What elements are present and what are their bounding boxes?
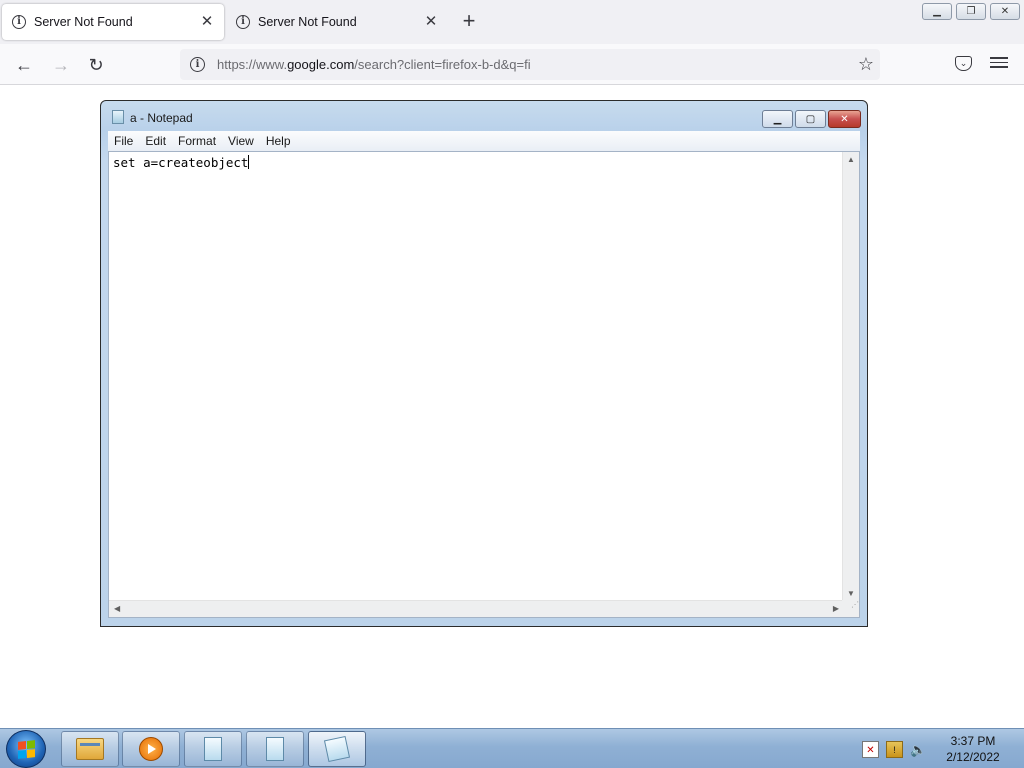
info-icon: i <box>12 15 26 29</box>
taskbar-notepad-button-2[interactable] <box>246 731 304 767</box>
menu-edit[interactable]: Edit <box>139 134 172 148</box>
notepad-icon <box>266 737 284 761</box>
menu-file[interactable]: File <box>108 134 139 148</box>
size-grip-icon[interactable]: ⋰ <box>842 600 859 617</box>
scroll-down-arrow-icon[interactable]: ▼ <box>847 589 855 598</box>
notepad-maximize-button[interactable]: ▢ <box>795 110 826 128</box>
notepad-content[interactable]: set a=createobject <box>113 155 250 170</box>
notepad-title: a - Notepad <box>130 111 193 125</box>
taskbar-notepad-button-3[interactable] <box>308 731 366 767</box>
close-tab-icon[interactable]: ✕ <box>198 13 216 31</box>
site-info-icon[interactable]: i <box>190 57 205 72</box>
window-caption-buttons: ▁ ❐ ✕ <box>922 3 1020 20</box>
forward-arrow-icon[interactable]: → <box>47 52 75 78</box>
menu-help[interactable]: Help <box>260 134 297 148</box>
clock-time: 3:37 PM <box>950 734 996 748</box>
taskbar: ✕ ! 🔈 3:37 PM 2/12/2022 <box>0 728 1024 768</box>
scroll-left-arrow-icon[interactable]: ◀ <box>114 604 120 613</box>
hamburger-menu-icon[interactable] <box>990 54 1008 72</box>
horizontal-scrollbar[interactable]: ◀ ▶ <box>109 600 844 617</box>
windows-logo-icon <box>18 740 35 759</box>
text-caret <box>248 155 250 169</box>
taskbar-notepad-button-1[interactable] <box>184 731 242 767</box>
notepad-icon <box>204 737 222 761</box>
menu-view[interactable]: View <box>222 134 260 148</box>
folder-icon <box>76 738 104 760</box>
new-tab-plus-icon[interactable]: + <box>458 10 480 33</box>
taskbar-media-player-button[interactable] <box>122 731 180 767</box>
notepad-title-bar[interactable]: a - Notepad ▁ ▢ ✕ <box>101 101 867 131</box>
vertical-scrollbar[interactable]: ▲ ▼ <box>842 152 859 601</box>
scroll-right-arrow-icon[interactable]: ▶ <box>833 604 839 613</box>
action-center-flag-icon[interactable]: ✕ <box>862 740 879 758</box>
notepad-icon <box>112 110 124 124</box>
url-text[interactable]: https://www.google.com/search?client=fir… <box>217 57 531 72</box>
tab-server-not-found-1[interactable]: i Server Not Found ✕ <box>2 4 224 40</box>
notepad-close-button[interactable]: ✕ <box>828 110 861 128</box>
tab-title: Server Not Found <box>258 15 357 29</box>
notepad-minimize-button[interactable]: ▁ <box>762 110 793 128</box>
url-bar[interactable]: i https://www.google.com/search?client=f… <box>180 49 880 80</box>
close-window-button[interactable]: ✕ <box>990 3 1020 20</box>
minimize-button[interactable]: ▁ <box>922 3 952 20</box>
taskbar-explorer-button[interactable] <box>61 731 119 767</box>
back-arrow-icon[interactable]: ← <box>10 52 38 78</box>
clock-date: 2/12/2022 <box>946 750 1000 764</box>
volume-icon[interactable]: 🔈 <box>910 741 927 758</box>
reload-icon[interactable]: ↻ <box>82 52 110 78</box>
notepad-icon <box>323 735 351 763</box>
close-tab-icon[interactable]: ✕ <box>422 13 440 31</box>
system-tray: ✕ ! 🔈 <box>862 729 927 768</box>
scroll-up-arrow-icon[interactable]: ▲ <box>847 155 855 164</box>
menu-format[interactable]: Format <box>172 134 222 148</box>
media-player-icon <box>139 737 163 761</box>
notepad-window: a - Notepad ▁ ▢ ✕ File Edit Format View … <box>100 100 868 627</box>
tab-server-not-found-2[interactable]: i Server Not Found ✕ <box>226 4 448 40</box>
bookmark-star-icon[interactable]: ☆ <box>858 54 874 75</box>
notepad-menu-bar: File Edit Format View Help <box>108 131 860 151</box>
pocket-icon[interactable]: ⌄ <box>955 56 972 71</box>
system-clock[interactable]: 3:37 PM 2/12/2022 <box>938 733 1008 765</box>
firefox-nav-bar: ← → ↻ i https://www.google.com/search?cl… <box>0 44 1024 85</box>
tab-title: Server Not Found <box>34 15 133 29</box>
notepad-text-area[interactable]: set a=createobject ▲ ▼ ◀ ▶ ⋰ <box>108 151 860 618</box>
restore-button[interactable]: ❐ <box>956 3 986 20</box>
notepad-caption-buttons: ▁ ▢ ✕ <box>760 110 861 128</box>
info-icon: i <box>236 15 250 29</box>
firefox-tab-strip: i Server Not Found ✕ i Server Not Found … <box>0 0 1024 44</box>
start-button[interactable] <box>6 730 46 768</box>
network-icon[interactable]: ! <box>886 740 903 758</box>
